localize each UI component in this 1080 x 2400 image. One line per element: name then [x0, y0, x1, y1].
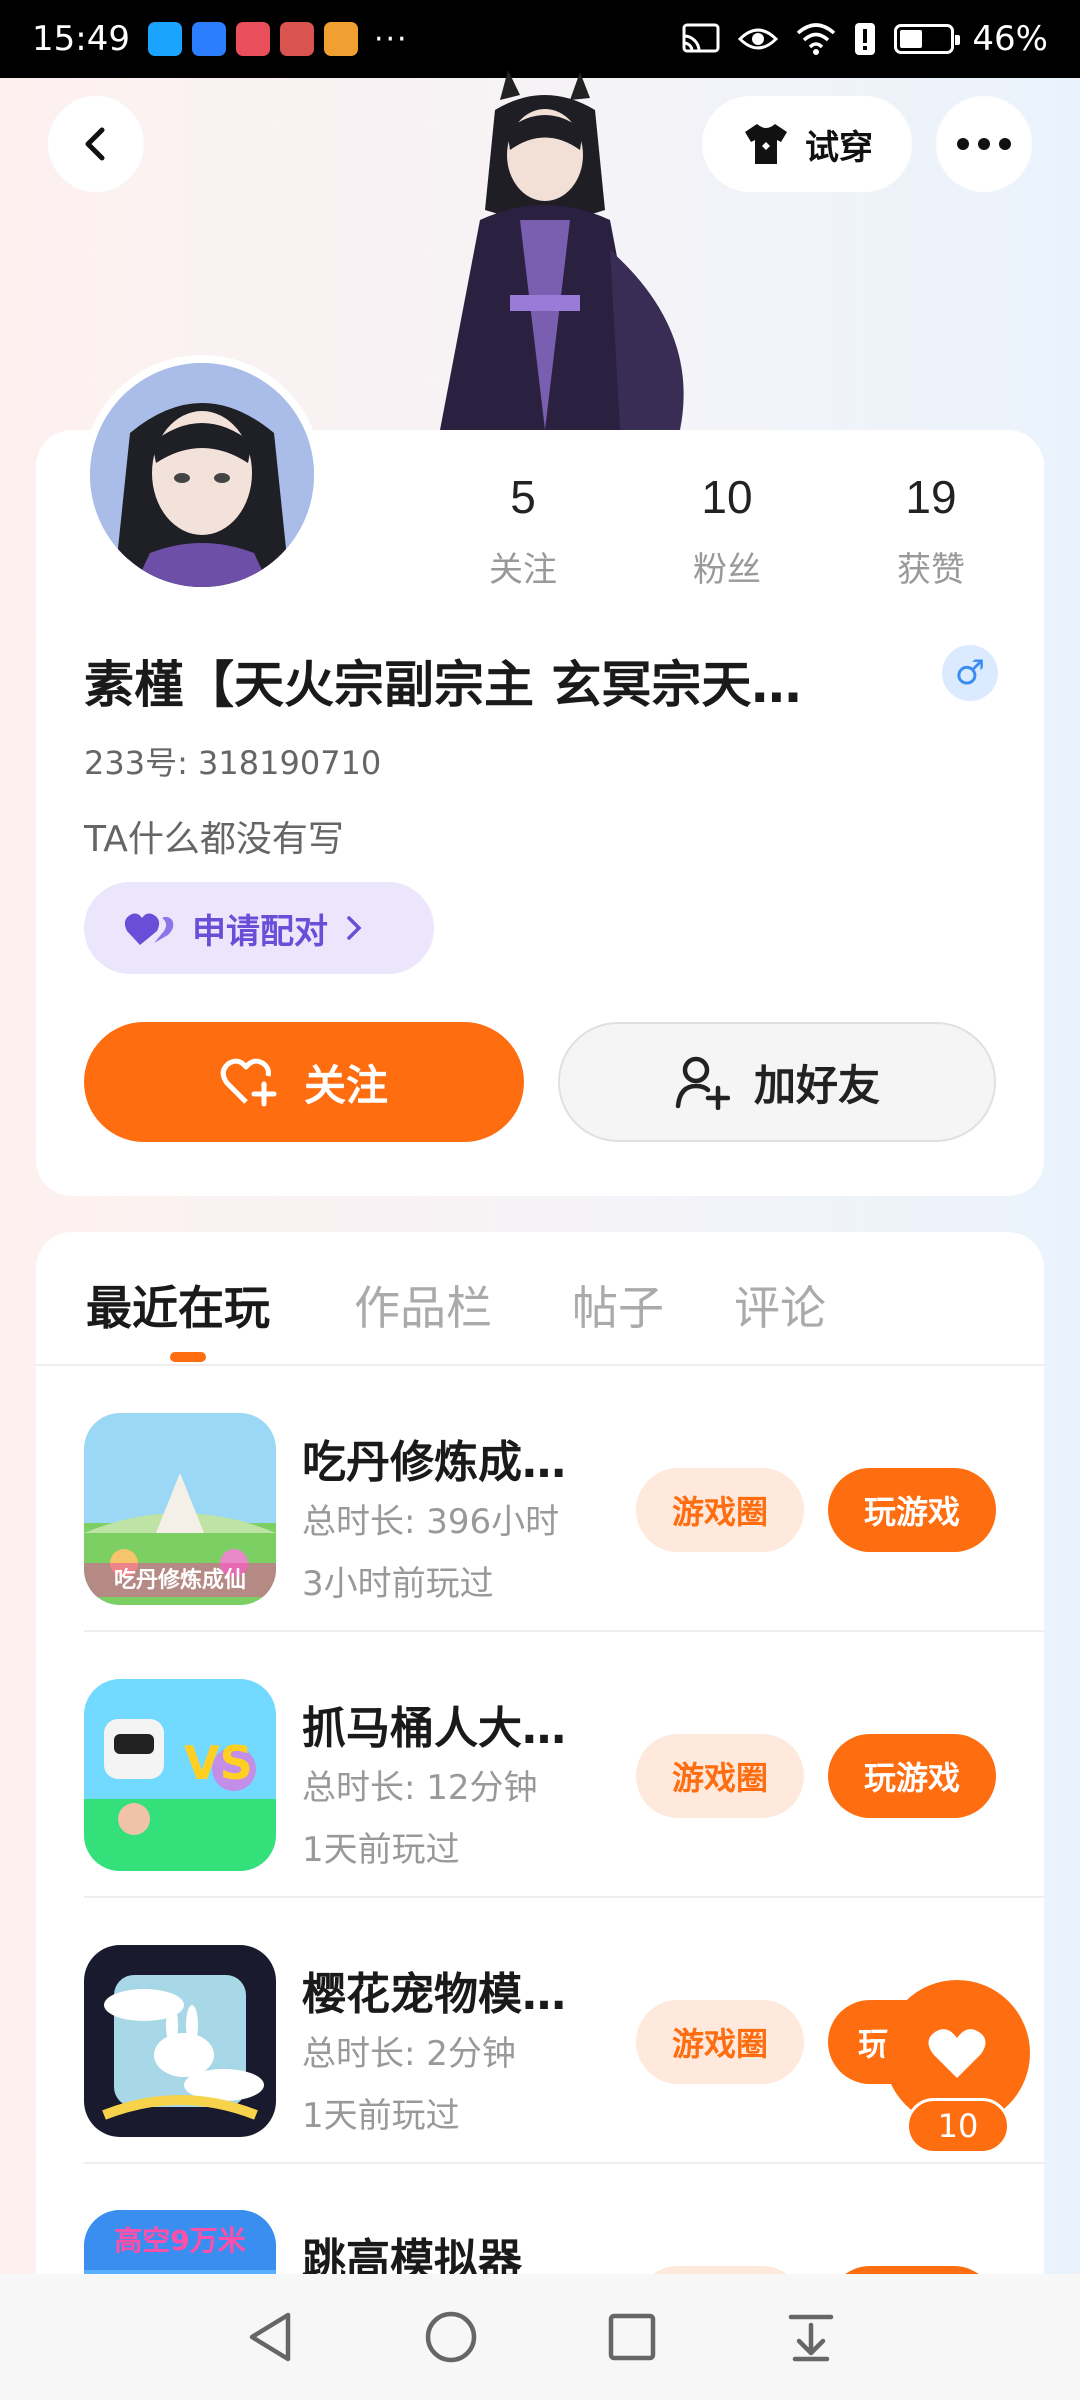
play-game-button[interactable] — [828, 2266, 996, 2274]
tab-works[interactable]: 作品栏 — [354, 1272, 492, 1338]
game-circle-button[interactable] — [636, 2266, 804, 2274]
cast-icon — [682, 23, 720, 53]
stat-followers[interactable]: 10 粉丝 — [647, 470, 807, 591]
game-play-duration: 总时长: 2分钟 — [302, 2034, 516, 2074]
wifi-icon — [797, 23, 836, 55]
followers-label: 粉丝 — [693, 550, 761, 590]
avatar[interactable] — [82, 355, 322, 595]
game-list-item[interactable]: 吃丹修炼成仙 吃丹修炼成… 总时长: 396小时 3小时前玩过 游戏圈 玩游戏 — [84, 1366, 1044, 1632]
back-button[interactable] — [48, 96, 144, 192]
game-circle-button[interactable]: 游戏圈 — [636, 2000, 804, 2084]
game-list-item[interactable]: 高空9万米 跳高模拟器 — [84, 2164, 1044, 2274]
more-notifications-icon: ··· — [373, 21, 409, 57]
tab-comments[interactable]: 评论 — [734, 1272, 826, 1338]
game-title: 跳高模拟器 — [302, 2235, 522, 2274]
following-label: 关注 — [489, 550, 557, 590]
game-last-played: 1天前玩过 — [302, 1830, 460, 1870]
chevron-left-icon — [85, 127, 105, 161]
following-count: 5 — [510, 471, 536, 523]
nav-recents-icon[interactable] — [606, 2311, 658, 2363]
game-title: 抓马桶人大… — [302, 1703, 566, 1754]
game-play-duration: 总时长: 12分钟 — [302, 1768, 538, 1808]
game-icon-caption: 吃丹修炼成仙 — [114, 1567, 246, 1593]
alert-icon — [855, 23, 876, 55]
nav-back-icon[interactable] — [244, 2309, 296, 2365]
double-heart-icon — [124, 913, 174, 945]
more-options-button[interactable] — [936, 96, 1032, 192]
system-nav-bar — [0, 2274, 1080, 2400]
app-notification-icon — [235, 22, 270, 56]
eye-icon — [738, 28, 779, 50]
male-gender-icon: ♂ — [942, 645, 998, 701]
stat-following[interactable]: 5 关注 — [443, 470, 603, 591]
status-bar: 15:49 ··· 46% — [0, 0, 1080, 78]
add-friend-label: 加好友 — [753, 1060, 880, 1110]
game-icon-caption: VS — [184, 1736, 253, 1790]
user-id: 233号: 318190710 — [84, 744, 382, 782]
follow-label: 关注 — [303, 1060, 388, 1110]
game-icon: 高空9万米 — [84, 2210, 276, 2274]
follow-button[interactable]: 关注 — [84, 1022, 524, 1142]
game-last-played: 1天前玩过 — [302, 2096, 460, 2136]
request-pair-button[interactable]: 申请配对 — [84, 882, 434, 974]
tab-posts[interactable]: 帖子 — [572, 1272, 664, 1338]
battery-percentage: 46% — [972, 19, 1048, 59]
heart-plus-icon — [220, 1058, 277, 1107]
status-time: 15:49 — [32, 19, 130, 59]
game-circle-button[interactable]: 游戏圈 — [636, 1468, 804, 1552]
followers-count: 10 — [701, 471, 753, 523]
tshirt-icon — [745, 124, 787, 164]
play-game-button[interactable]: 玩游戏 — [828, 1734, 996, 1818]
heart-icon — [928, 2029, 986, 2078]
nav-home-icon[interactable] — [423, 2309, 479, 2365]
game-icon: 吃丹修炼成仙 — [84, 1413, 276, 1605]
game-list-item[interactable]: VS 抓马桶人大… 总时长: 12分钟 1天前玩过 游戏圈 玩游戏 — [84, 1632, 1044, 1898]
app-notification-icon — [323, 22, 358, 56]
nav-notification-shade-icon[interactable] — [785, 2311, 837, 2363]
battery-icon — [894, 24, 961, 54]
game-title: 樱花宠物模… — [302, 1969, 566, 2020]
request-pair-label: 申请配对 — [192, 911, 328, 952]
game-icon-caption: 高空9万米 — [114, 2224, 245, 2257]
tab-indicator — [170, 1352, 206, 1362]
tab-bar: 最近在玩 作品栏 帖子 评论 — [0, 1232, 1080, 1364]
nickname: 素槿【天火宗副宗主 玄冥宗天… — [84, 656, 802, 714]
avatar-image — [90, 363, 314, 587]
like-count-badge: 10 — [906, 2098, 1010, 2154]
character-avatar-image — [440, 70, 684, 430]
game-last-played: 3小时前玩过 — [302, 1564, 494, 1604]
app-notification-icon — [147, 22, 182, 56]
add-friend-button[interactable]: 加好友 — [558, 1022, 996, 1142]
tab-recent-played[interactable]: 最近在玩 — [86, 1272, 270, 1338]
add-user-icon — [675, 1056, 730, 1110]
game-circle-button[interactable]: 游戏圈 — [636, 1734, 804, 1818]
game-play-duration: 总时长: 396小时 — [302, 1502, 560, 1542]
game-title: 吃丹修炼成… — [302, 1437, 566, 1488]
likes-count: 19 — [905, 471, 957, 523]
try-on-button[interactable]: 试穿 — [702, 96, 912, 192]
game-icon — [84, 1945, 276, 2137]
stat-likes[interactable]: 19 获赞 — [851, 470, 1011, 591]
game-icon: VS — [84, 1679, 276, 1871]
user-bio: TA什么都没有写 — [84, 819, 344, 860]
more-horizontal-icon — [957, 138, 1011, 150]
try-on-label: 试穿 — [805, 127, 873, 168]
app-notification-icon — [191, 22, 226, 56]
chevron-right-icon — [347, 916, 362, 940]
play-game-button[interactable]: 玩游戏 — [828, 1468, 996, 1552]
app-notification-icon — [279, 22, 314, 56]
likes-label: 获赞 — [897, 550, 965, 590]
